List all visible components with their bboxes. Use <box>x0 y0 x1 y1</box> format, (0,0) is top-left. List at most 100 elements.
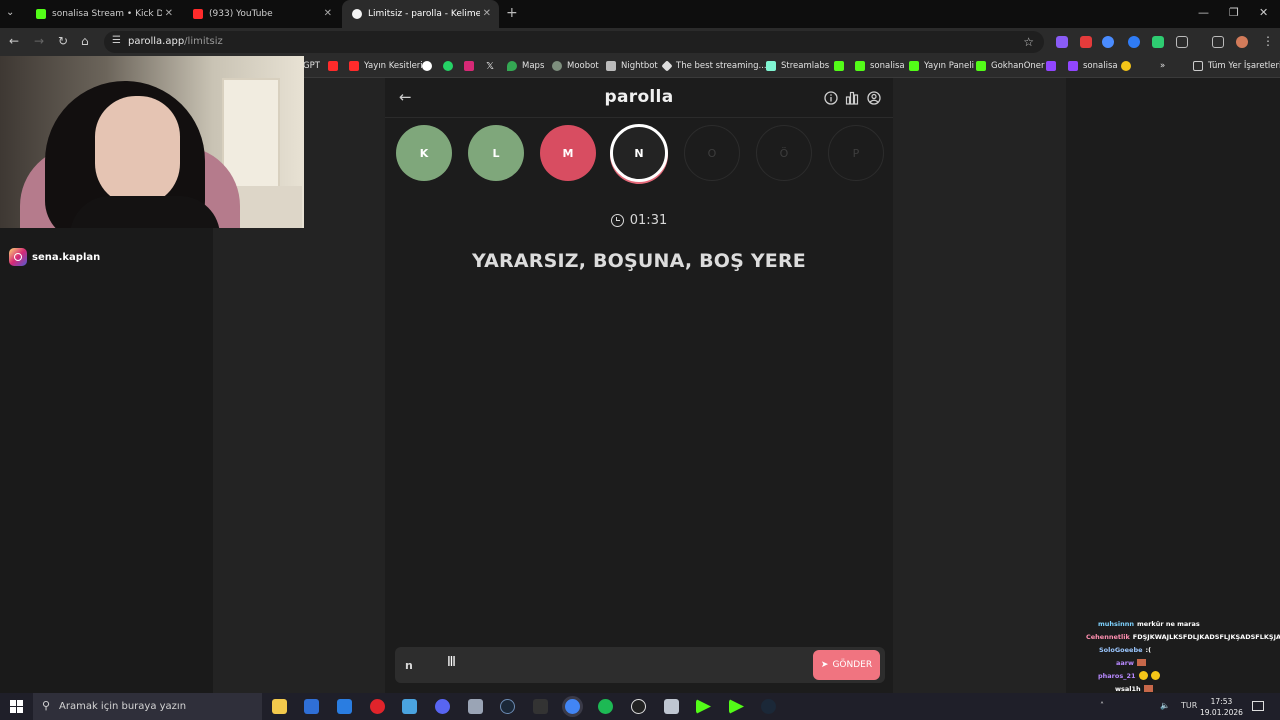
home-icon[interactable]: ⌂ <box>81 34 89 48</box>
extension-red-icon[interactable] <box>1080 36 1092 48</box>
tab-kick-dashboard[interactable]: sonalisa Stream • Kick Dashboard ✕ <box>26 0 181 28</box>
epic-games-icon[interactable] <box>533 699 548 714</box>
extension-blue-icon[interactable] <box>1128 36 1140 48</box>
youtube-icon <box>349 61 359 71</box>
extensions-puzzle-icon[interactable] <box>1176 36 1188 48</box>
bookmark-best-streaming[interactable]: The best streaming... <box>661 60 767 72</box>
profile-avatar[interactable] <box>1236 36 1248 48</box>
youtube-icon <box>328 61 338 71</box>
extension-pen-icon[interactable] <box>1056 36 1068 48</box>
spotify-icon[interactable] <box>598 699 613 714</box>
letter-circle-wrong: M <box>540 125 596 181</box>
back-arrow-icon[interactable]: ← <box>9 34 19 48</box>
tab-search-icon[interactable] <box>1212 36 1224 48</box>
parolla-game: ← parolla K L M N O Ö P 01:31 YARARSIZ, … <box>385 78 893 693</box>
tray-chevron-icon[interactable]: ˄ <box>1100 701 1104 710</box>
store-icon[interactable] <box>304 699 319 714</box>
stats-icon[interactable] <box>845 91 859 105</box>
app-icon[interactable] <box>468 699 483 714</box>
app-icon[interactable] <box>664 699 679 714</box>
obs-icon[interactable] <box>631 699 646 714</box>
url-field[interactable]: ☰ parolla.app/limitsiz ☆ <box>104 31 1044 53</box>
clock-icon <box>610 214 624 227</box>
mail-icon[interactable] <box>337 699 352 714</box>
chrome-icon[interactable] <box>565 699 580 714</box>
letter-circle-pending: Ö <box>756 125 812 181</box>
kick-studio-icon[interactable] <box>696 699 711 714</box>
extension-green-icon[interactable] <box>1152 36 1164 48</box>
bookmark-nightbot[interactable]: Nightbot <box>606 61 658 71</box>
nightbot-icon <box>606 61 616 71</box>
site-info-icon[interactable]: ☰ <box>112 35 121 46</box>
close-window-icon[interactable]: ✕ <box>1259 6 1268 19</box>
tab-search-chevron-icon[interactable]: ⌄ <box>6 7 14 18</box>
bookmark-youtube[interactable] <box>328 61 343 71</box>
new-tab-plus-icon[interactable]: + <box>506 5 518 21</box>
browser-menu-icon[interactable]: ⋮ <box>1262 34 1274 48</box>
bookmark-gpt[interactable]: GPT <box>303 61 320 71</box>
bookmark-emoji[interactable] <box>1121 61 1136 71</box>
steam-icon[interactable] <box>500 699 515 714</box>
bookmark-twitch[interactable] <box>1046 61 1061 71</box>
browser-tab-strip: ⌄ sonalisa Stream • Kick Dashboard ✕ (93… <box>0 0 1280 28</box>
bookmark-kick[interactable] <box>834 61 849 71</box>
file-explorer-icon[interactable] <box>272 699 287 714</box>
bookmark-streamlabs[interactable]: Streamlabs <box>766 61 829 71</box>
answer-input[interactable] <box>405 655 795 675</box>
twitch-icon <box>1046 61 1056 71</box>
close-tab-icon[interactable]: ✕ <box>165 8 173 19</box>
app-icon[interactable] <box>402 699 417 714</box>
tab-parolla[interactable]: Limitsiz - parolla - Kelime oyunu ✕ <box>342 0 499 28</box>
address-bar-row: ← → ↻ ⌂ ☰ parolla.app/limitsiz ☆ ⋮ <box>0 28 1280 56</box>
bookmark-sonalisa-twitch[interactable]: sonalisa <box>1068 61 1118 71</box>
more-bookmarks-chevron-icon[interactable]: » <box>1160 61 1165 71</box>
clue-text: YARARSIZ, BOŞUNA, BOŞ YERE <box>472 250 806 272</box>
chat-message: muhsinnn merkür ne maras <box>1098 619 1200 628</box>
send-button[interactable]: ➤ GÖNDER <box>813 650 880 680</box>
extension-wave-icon[interactable] <box>1102 36 1114 48</box>
bookmark-moobot[interactable]: Moobot <box>552 61 599 71</box>
all-bookmarks-folder[interactable]: Tüm Yer İşaretleri <box>1193 61 1280 71</box>
letter-circle-pending: P <box>828 125 884 181</box>
folder-icon <box>1193 61 1203 71</box>
info-icon[interactable] <box>824 91 838 105</box>
search-icon: ⚲ <box>42 699 51 712</box>
bookmark-google[interactable] <box>422 61 437 71</box>
kick-studio-icon[interactable] <box>729 699 744 714</box>
bookmark-gokhanoner[interactable]: GokhanOner <box>976 61 1045 71</box>
steam-icon[interactable] <box>761 699 776 714</box>
restore-icon[interactable]: ❐ <box>1229 6 1239 19</box>
bookmark-sonalisa[interactable]: sonalisa <box>855 61 905 71</box>
language-indicator[interactable]: TUR <box>1181 701 1197 710</box>
windows-taskbar: ⚲ Aramak için buraya yazın ˄ 🔈 TUR 17:53… <box>0 693 1280 720</box>
letter-circle-correct: L <box>468 125 524 181</box>
tab-youtube[interactable]: (933) YouTube ✕ <box>183 0 340 28</box>
close-tab-icon[interactable]: ✕ <box>483 8 491 19</box>
close-tab-icon[interactable]: ✕ <box>324 8 332 19</box>
notifications-icon[interactable] <box>1252 701 1264 711</box>
kick-icon <box>976 61 986 71</box>
chat-message: SoloGoeebe:( <box>1099 645 1152 654</box>
profile-icon[interactable] <box>867 91 881 105</box>
reload-icon[interactable]: ↻ <box>58 34 68 48</box>
bookmark-star-icon[interactable]: ☆ <box>1023 35 1034 49</box>
bookmark-instagram[interactable] <box>464 61 479 71</box>
windows-start-icon[interactable] <box>10 700 23 713</box>
opera-icon[interactable] <box>370 699 385 714</box>
minimize-icon[interactable]: — <box>1198 6 1209 19</box>
emoji-icon <box>1138 671 1148 680</box>
emoji-icon <box>1121 61 1131 71</box>
discord-icon[interactable] <box>435 699 450 714</box>
bookmark-whatsapp[interactable] <box>443 61 458 71</box>
bookmark-maps[interactable]: Maps <box>507 61 544 71</box>
volume-icon[interactable]: 🔈 <box>1160 701 1170 710</box>
kick-icon <box>36 9 46 19</box>
moobot-icon <box>552 61 562 71</box>
bookmark-x[interactable]: 𝕏 <box>486 61 494 72</box>
taskbar-clock[interactable]: 17:53 19.01.2026 <box>1200 696 1243 718</box>
diamond-icon <box>661 60 673 72</box>
taskbar-search-input[interactable]: ⚲ Aramak için buraya yazın <box>33 693 262 720</box>
bookmark-yayin-paneli[interactable]: Yayın Paneli <box>909 61 974 71</box>
bookmark-yayin-kesitleri[interactable]: Yayın Kesitleri <box>349 61 423 71</box>
forward-arrow-icon[interactable]: → <box>34 34 44 48</box>
